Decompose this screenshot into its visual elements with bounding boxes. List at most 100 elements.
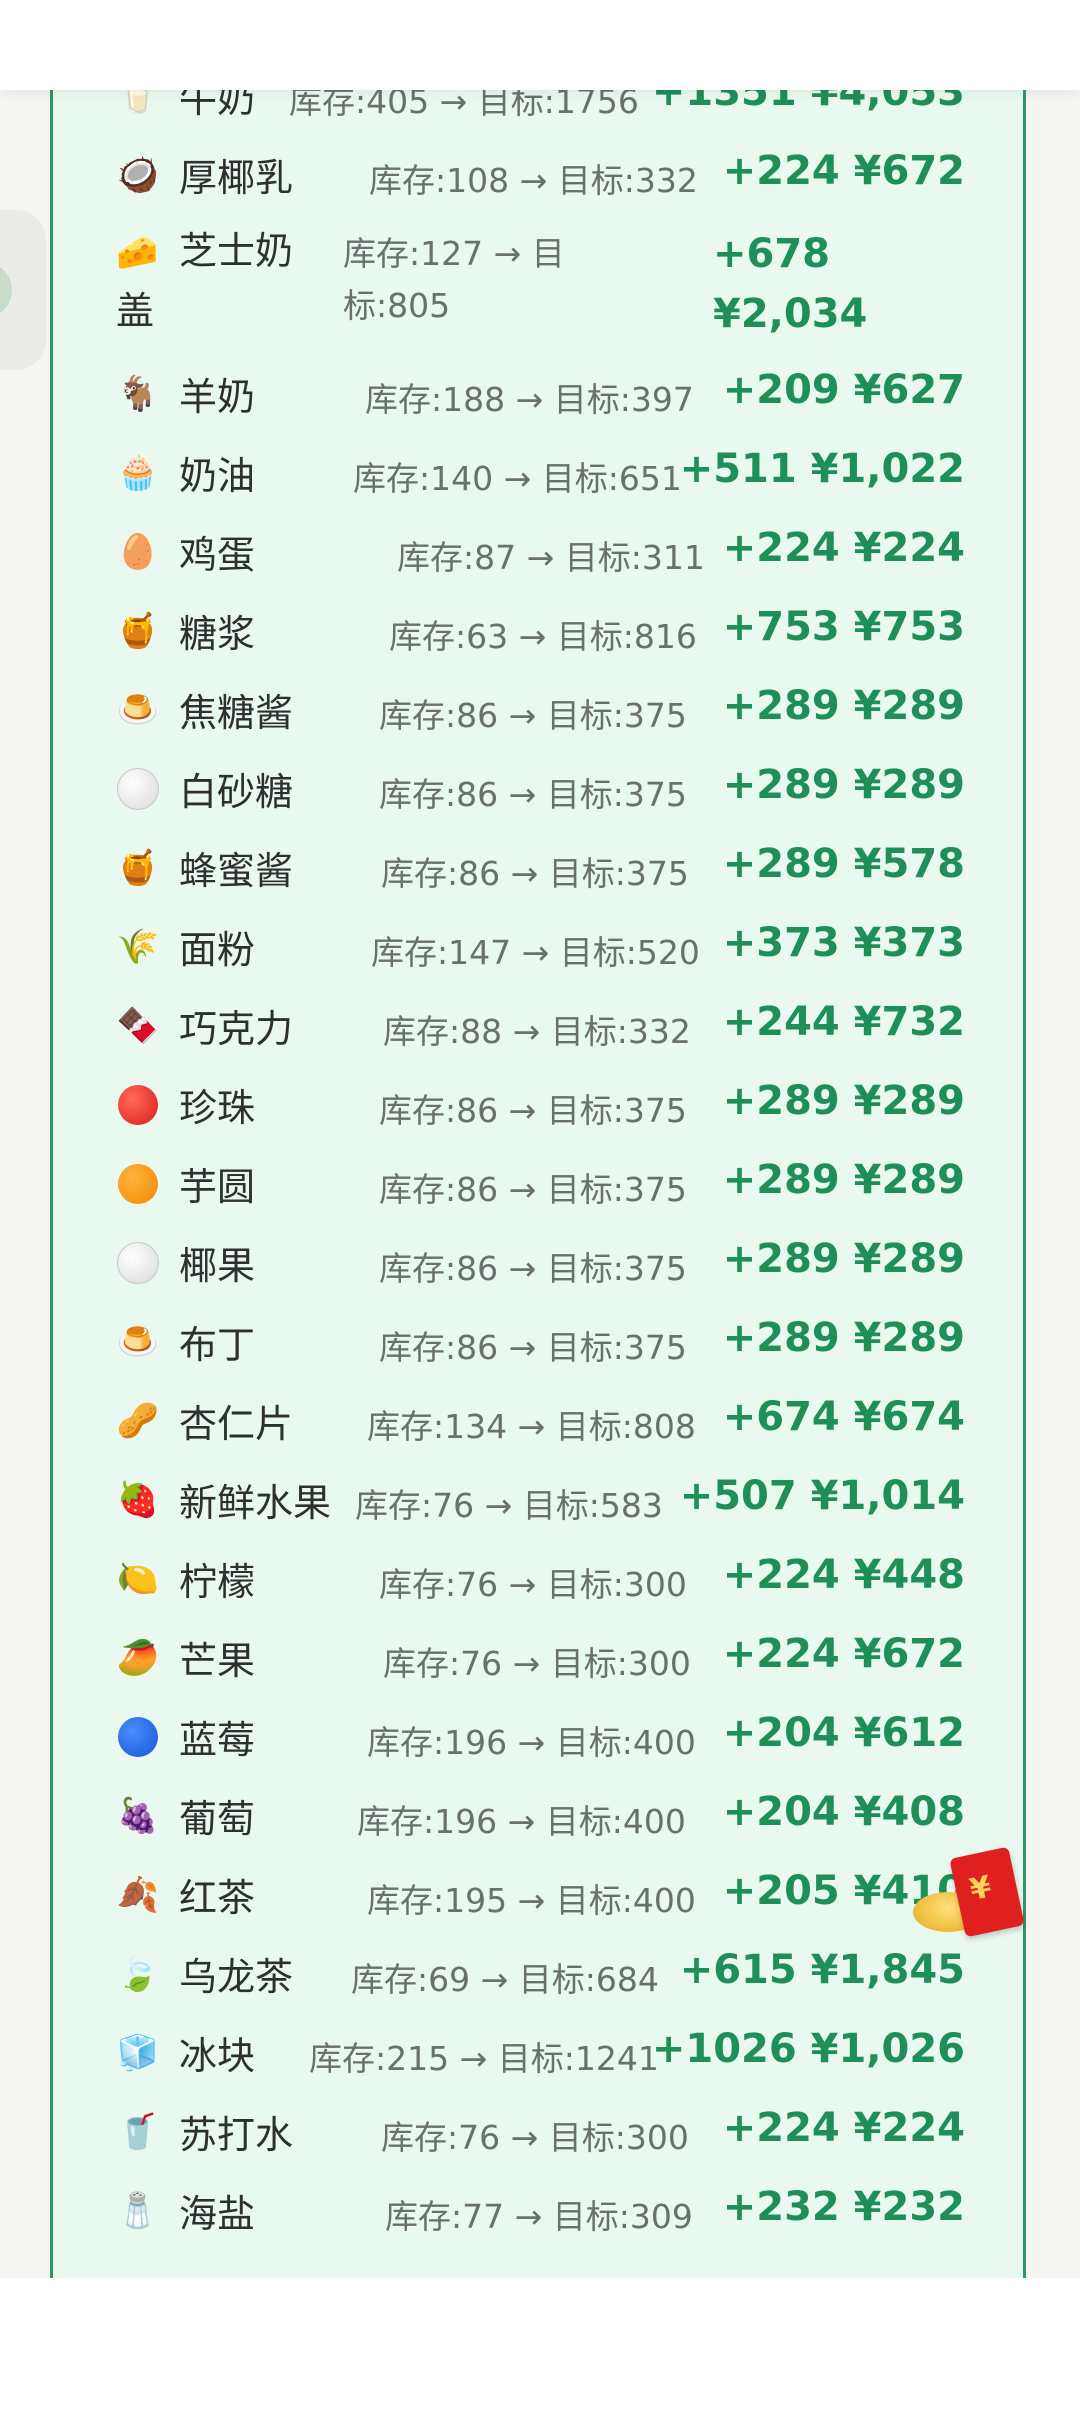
custard-icon: 🍮 — [116, 1322, 160, 1362]
list-item: 🌾 面粉 库存:147 → 目标:520 +373 ¥373 — [53, 905, 1023, 984]
item-amount: +1026 ¥1,026 — [651, 2026, 965, 2072]
item-name: 厚椰乳 — [179, 156, 294, 200]
item-name: 巧克力 — [179, 1007, 294, 1051]
item-amount: +204 ¥612 — [722, 1710, 965, 1756]
list-item: 珍珠 库存:86 → 目标:375 +289 ¥289 — [53, 1063, 1023, 1142]
item-amount: +674 ¥674 — [722, 1394, 965, 1440]
list-item: 🍂 红茶 库存:195 → 目标:400 +205 ¥410 — [53, 1853, 1023, 1932]
item-stock: 库存:86 → 目标:375 — [379, 1091, 687, 1130]
item-amount: +244 ¥732 — [722, 999, 965, 1045]
item-name: 白砂糖 — [179, 770, 294, 814]
side-drawer-tab[interactable] — [0, 210, 46, 370]
side-drawer-handle — [0, 262, 12, 318]
item-amount: +373 ¥373 — [722, 920, 965, 966]
item-stock: 库存:86 → 目标:375 — [379, 1170, 687, 1209]
list-item: 🥚 鸡蛋 库存:87 → 目标:311 +224 ¥224 — [53, 510, 1023, 589]
cupcake-icon: 🧁 — [116, 453, 160, 493]
item-stock: 库存:86 → 目标:375 — [379, 696, 687, 735]
red-packet-floating-button[interactable]: ¥ — [905, 1846, 1035, 1942]
item-stock: 库存:195 → 目标:400 — [367, 1881, 696, 1920]
list-item: 🍯 蜂蜜酱 库存:86 → 目标:375 +289 ¥578 — [53, 826, 1023, 905]
ice-cube-icon: 🧊 — [116, 2033, 160, 2073]
list-item: 椰果 库存:86 → 目标:375 +289 ¥289 — [53, 1221, 1023, 1300]
item-stock: 库存:86 → 目标:375 — [379, 1249, 687, 1288]
item-stock: 库存:86 → 目标:375 — [381, 854, 689, 893]
list-item: 🧊 冰块 库存:215 → 目标:1241 +1026 ¥1,026 — [53, 2011, 1023, 2090]
item-stock: 库存:86 → 目标:375 — [379, 775, 687, 814]
item-name: 杏仁片 — [179, 1402, 294, 1446]
item-name: 芋圆 — [179, 1165, 256, 1209]
list-item: 🥥 厚椰乳 库存:108 → 目标:332 +224 ¥672 — [53, 133, 1023, 212]
item-amount: +289 ¥289 — [722, 683, 965, 729]
item-stock: 库存:147 → 目标:520 — [371, 933, 700, 972]
list-item: 🐐 羊奶 库存:188 → 目标:397 +209 ¥627 — [53, 352, 1023, 431]
list-item: 白砂糖 库存:86 → 目标:375 +289 ¥289 — [53, 747, 1023, 826]
goat-icon: 🐐 — [116, 374, 160, 414]
item-name: 芒果 — [179, 1639, 256, 1683]
item-stock: 库存:76 → 目标:583 — [355, 1486, 663, 1525]
leaf-icon: 🍃 — [116, 1954, 160, 1994]
item-stock: 库存:140 → 目标:651 — [353, 459, 682, 498]
item-amount: +289 ¥289 — [722, 1078, 965, 1124]
orange-circle-icon — [116, 1162, 160, 1206]
list-item: 🍮 焦糖酱 库存:86 → 目标:375 +289 ¥289 — [53, 668, 1023, 747]
purchase-list-panel: 🥛 牛奶 库存:405 → 目标:1756 +1351 ¥4,053 🥥 厚椰乳… — [50, 69, 1026, 2278]
list-item: 🍋 柠檬 库存:76 → 目标:300 +224 ¥448 — [53, 1537, 1023, 1616]
item-amount: +209 ¥627 — [722, 367, 965, 413]
item-name: 红茶 — [179, 1876, 256, 1920]
item-name: 奶油 — [179, 454, 256, 498]
item-name: 苏打水 — [179, 2113, 294, 2157]
item-stock: 库存:134 → 目标:808 — [367, 1407, 696, 1446]
white-circle-icon — [116, 767, 160, 811]
item-stock: 库存:77 → 目标:309 — [385, 2197, 693, 2236]
item-stock: 库存:196 → 目标:400 — [357, 1802, 686, 1841]
item-stock: 库存:87 → 目标:311 — [397, 538, 705, 577]
item-name: 蓝莓 — [179, 1718, 256, 1762]
item-amount: +511 ¥1,022 — [679, 446, 965, 492]
item-amount: +232 ¥232 — [722, 2184, 965, 2230]
item-name: 布丁 — [179, 1323, 256, 1367]
white-circle-icon — [116, 1241, 160, 1285]
blue-circle-icon — [116, 1715, 160, 1759]
honey-pot-icon: 🍯 — [116, 611, 160, 651]
item-name: 羊奶 — [179, 375, 256, 419]
item-amount: +507 ¥1,014 — [679, 1473, 965, 1519]
list-item: 🍮 布丁 库存:86 → 目标:375 +289 ¥289 — [53, 1300, 1023, 1379]
item-amount: +289 ¥289 — [722, 762, 965, 808]
item-stock: 库存:63 → 目标:816 — [389, 617, 697, 656]
item-amount: +289 ¥578 — [722, 841, 965, 887]
salt-shaker-icon: 🧂 — [116, 2191, 160, 2231]
item-name-wrapped: 🧀 芝士奶盖 — [116, 222, 316, 340]
lemon-icon: 🍋 — [116, 1559, 160, 1599]
peanut-icon: 🥜 — [116, 1401, 160, 1441]
item-amount: +289 ¥289 — [722, 1315, 965, 1361]
list-item: 🧀 芝士奶盖 库存:127 → 目标:805 +678 ¥2,034 — [53, 212, 1023, 352]
list-item: 🍓 新鲜水果 库存:76 → 目标:583 +507 ¥1,014 — [53, 1458, 1023, 1537]
list-item: 蓝莓 库存:196 → 目标:400 +204 ¥612 — [53, 1695, 1023, 1774]
item-amount: +224 ¥224 — [722, 2105, 965, 2151]
item-amount: +224 ¥672 — [722, 1631, 965, 1677]
list-item: 🥤 苏打水 库存:76 → 目标:300 +224 ¥224 — [53, 2090, 1023, 2169]
grapes-icon: 🍇 — [116, 1796, 160, 1836]
item-stock: 库存:188 → 目标:397 — [365, 380, 694, 419]
item-amount: +678 ¥2,034 — [713, 231, 868, 337]
item-amount: +224 ¥672 — [722, 148, 965, 194]
item-name: 珍珠 — [179, 1086, 256, 1130]
red-circle-icon — [116, 1083, 160, 1127]
list-item: 🧁 奶油 库存:140 → 目标:651 +511 ¥1,022 — [53, 431, 1023, 510]
mango-icon: 🥭 — [116, 1638, 160, 1678]
item-stock: 库存:88 → 目标:332 — [383, 1012, 691, 1051]
item-amount: +289 ¥289 — [722, 1236, 965, 1282]
item-stock: 库存:215 → 目标:1241 — [309, 2039, 659, 2078]
wheat-icon: 🌾 — [116, 927, 160, 967]
item-name: 海盐 — [179, 2192, 256, 2236]
list-item: 🥭 芒果 库存:76 → 目标:300 +224 ¥672 — [53, 1616, 1023, 1695]
item-name: 鸡蛋 — [179, 533, 256, 577]
item-stock: 库存:76 → 目标:300 — [379, 1565, 687, 1604]
item-name: 蜂蜜酱 — [179, 849, 294, 893]
list-item: 芋圆 库存:86 → 目标:375 +289 ¥289 — [53, 1142, 1023, 1221]
item-amount: +224 ¥448 — [722, 1552, 965, 1598]
bottom-blank-area — [0, 2278, 1080, 2414]
fallen-leaf-icon: 🍂 — [116, 1875, 160, 1915]
item-name: 葡萄 — [179, 1797, 256, 1841]
